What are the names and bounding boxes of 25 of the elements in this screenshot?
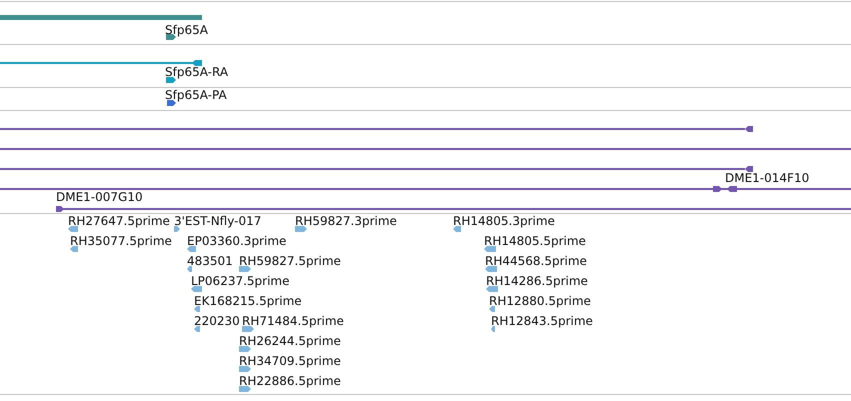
feature-label: RH22886.5prime [239,374,341,388]
feature-label: 483501 [187,254,233,268]
feature-label: 220230 [194,314,240,328]
feature-label: 3'EST-Nfly-017 [174,214,262,228]
feature-label: RH34709.5prime [239,354,341,368]
feature-label: RH71484.5prime [242,314,344,328]
feature-label: EK168215.5prime [194,294,302,308]
feature-label: RH27647.5prime [68,214,170,228]
feature-label: Sfp65A-PA [165,88,227,102]
feature-label: RH14805.3prime [453,214,555,228]
feature-label: RH44568.5prime [485,254,587,268]
feature-label: DME1-014F10 [725,171,810,185]
feature-label: RH14805.5prime [484,234,586,248]
feature-label: RH59827.3prime [295,214,397,228]
feature-label: RH26244.5prime [239,334,341,348]
feature-label: LP06237.5prime [191,274,290,288]
feature-label: RH14286.5prime [486,274,588,288]
feature-label: RH12880.5prime [489,294,591,308]
feature-label: RH35077.5prime [70,234,172,248]
feature-label: EP03360.3prime [187,234,286,248]
feature-label: Sfp65A [165,23,208,37]
feature-label: RH12843.5prime [491,314,593,328]
feature-label: RH59827.5prime [239,254,341,268]
feature-label: Sfp65A-RA [165,65,228,79]
feature-label: DME1-007G10 [56,190,143,204]
